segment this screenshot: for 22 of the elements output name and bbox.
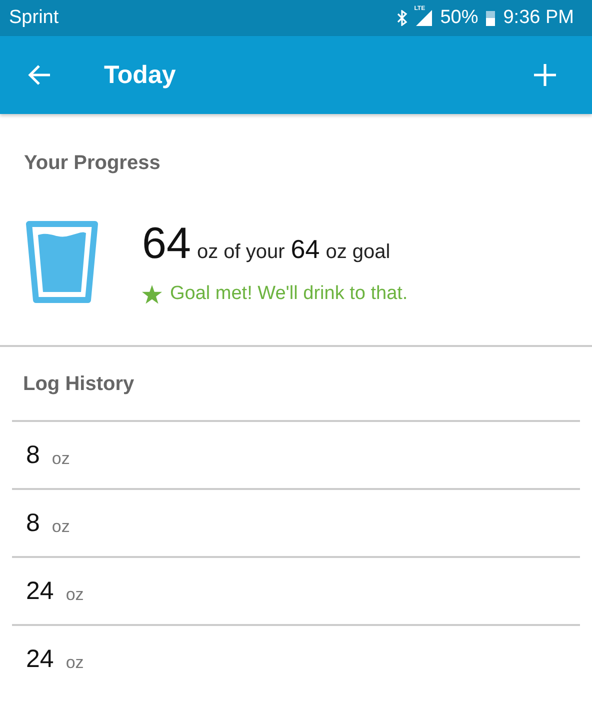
section-heading: Your Progress [24,152,160,175]
battery-icon [486,10,496,26]
intake-unit: oz of your [196,241,285,264]
log-entry[interactable]: 8 oz [12,420,580,488]
star-icon [142,284,162,304]
log-entry[interactable]: 8 oz [12,488,580,556]
goal-message: Goal met! We'll drink to that. [170,283,408,305]
goal-amount: 64 [290,234,320,265]
back-arrow-icon[interactable] [28,64,52,86]
section-heading: Log History [22,372,136,397]
log-entry[interactable]: 24 oz [12,624,580,692]
signal-icon [416,10,432,26]
add-icon[interactable] [534,64,556,86]
log-entry[interactable]: 24 oz [12,556,580,624]
intake-amount: 64 [142,219,191,269]
clock: 9:36 PM [503,7,574,29]
water-glass-icon [26,221,98,303]
goal-unit: oz goal [326,241,390,264]
battery-percent: 50% [440,7,478,29]
bluetooth-icon [396,10,408,26]
screen-title: Today [104,60,177,90]
carrier-name: Sprint [9,7,59,29]
